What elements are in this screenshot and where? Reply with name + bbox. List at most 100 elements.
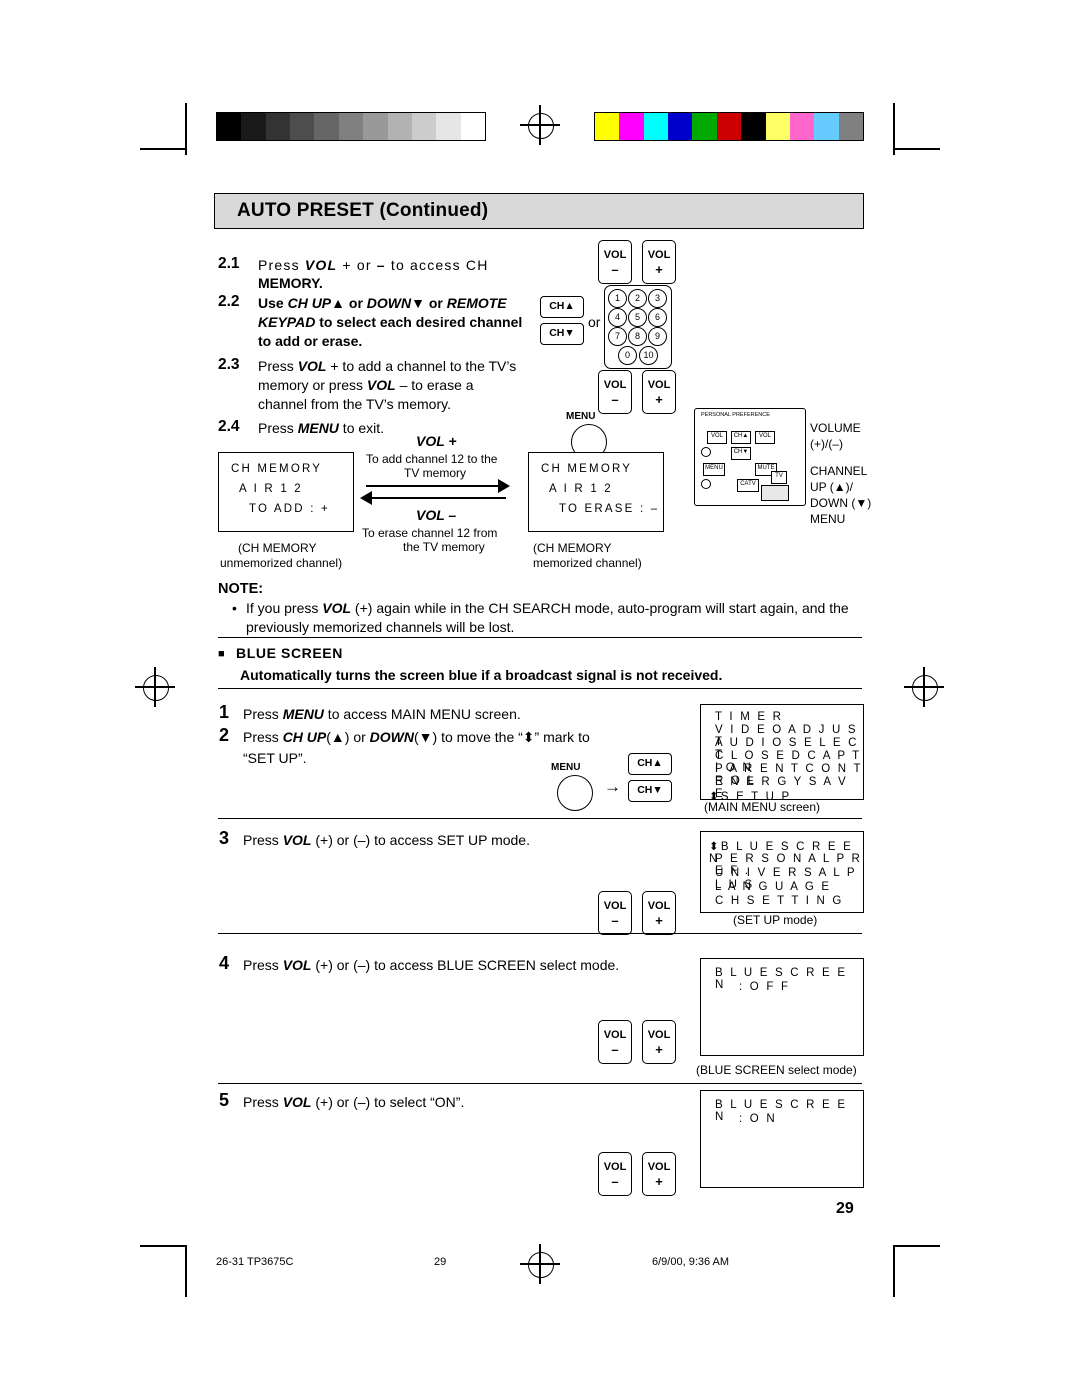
vol-minus-button-3[interactable]: VOL – bbox=[598, 891, 632, 935]
note-line1: If you press VOL (+) again while in the … bbox=[246, 599, 871, 618]
s21-a: Press bbox=[258, 257, 305, 273]
keypad-key-2[interactable]: 2 bbox=[628, 289, 647, 308]
panel-catv[interactable]: CATV bbox=[737, 479, 759, 492]
bs-step-2-line2: “SET UP”. bbox=[243, 750, 307, 766]
panel-vol-minus[interactable]: VOL bbox=[707, 431, 727, 444]
vol-label: VOL bbox=[647, 249, 671, 261]
step-2-2-line2: KEYPAD to select each desired channel bbox=[258, 313, 548, 332]
keypad-key-6[interactable]: 6 bbox=[648, 308, 667, 327]
note-t2: (+) again while in the CH SEARCH mode, a… bbox=[351, 600, 849, 616]
panel-vol-plus[interactable]: VOL bbox=[755, 431, 775, 444]
arrow-left-head bbox=[360, 491, 372, 505]
s23-vol: VOL bbox=[297, 358, 327, 374]
divider-below-blue-screen-heading bbox=[218, 688, 862, 689]
s22-keypad: KEYPAD bbox=[258, 314, 316, 330]
keypad-key-8[interactable]: 8 bbox=[628, 327, 647, 346]
vol-plus-button-4[interactable]: VOL + bbox=[642, 1020, 676, 1064]
colorbar-swatch bbox=[338, 113, 364, 140]
registration-mark-top bbox=[528, 113, 554, 139]
s22-l2b: to select each desired channel bbox=[315, 314, 523, 330]
blue-screen-marker: ■ bbox=[218, 648, 225, 660]
bs1-b: to access MAIN MENU screen. bbox=[323, 706, 521, 722]
keypad-key-4[interactable]: 4 bbox=[608, 308, 627, 327]
keypad-key-5[interactable]: 5 bbox=[628, 308, 647, 327]
panel-legend-channel: CHANNEL bbox=[810, 464, 868, 478]
colorbar-swatch bbox=[814, 113, 839, 140]
vol-minus-demo-title: VOL – bbox=[416, 507, 457, 523]
vol-minus-button-1[interactable]: VOL – bbox=[598, 240, 632, 284]
vol-minus-button-2[interactable]: VOL – bbox=[598, 370, 632, 414]
panel-legend-volume: VOLUME bbox=[810, 421, 861, 435]
arrow-right-head bbox=[498, 479, 510, 493]
vol-minus-demo-desc2: the TV memory bbox=[403, 540, 485, 554]
ch-down-button-2[interactable]: CH▼ bbox=[628, 780, 672, 802]
colorbar-swatch bbox=[363, 113, 388, 140]
bs-step-5-text: Press VOL (+) or (–) to select “ON”. bbox=[243, 1093, 464, 1112]
vol-plus-glyph: + bbox=[655, 392, 663, 407]
vol-plus-button-3[interactable]: VOL + bbox=[642, 891, 676, 935]
ch-down-button-1[interactable]: CH▼ bbox=[540, 323, 584, 345]
vol-plus-glyph: + bbox=[655, 913, 663, 928]
ch-memory-memorized-screen: CH MEMORY A I R 1 2 TO ERASE : – bbox=[528, 452, 664, 532]
vol-label: VOL bbox=[647, 1161, 671, 1173]
panel-ch-up[interactable]: CH▲ bbox=[731, 431, 751, 444]
vol-label: VOL bbox=[603, 1029, 627, 1041]
bs2-b: to move the “ bbox=[437, 729, 523, 745]
panel-legend-volume-pm: (+)/(–) bbox=[810, 437, 843, 451]
note-line2: previously memorized channels will be lo… bbox=[246, 619, 515, 635]
keypad-key-10[interactable]: 10 bbox=[639, 346, 658, 365]
colorbar-swatch bbox=[460, 113, 485, 140]
bs2-or: or bbox=[349, 729, 370, 745]
bs2-chup: CH UP bbox=[282, 729, 327, 745]
s22-a: Use bbox=[258, 295, 288, 311]
vol-minus-button-4[interactable]: VOL – bbox=[598, 1020, 632, 1064]
remote-keypad[interactable]: 1 2 3 4 5 6 7 8 9 0 10 bbox=[604, 285, 672, 369]
vol-plus-button-5[interactable]: VOL + bbox=[642, 1152, 676, 1196]
s22-down: DOWN bbox=[366, 295, 412, 311]
step-2-1-line1: Press VOL + or – to access CH bbox=[258, 256, 578, 275]
keypad-key-9[interactable]: 9 bbox=[648, 327, 667, 346]
panel-legend-menu: MENU bbox=[810, 512, 846, 526]
main-menu-line: T I M E R bbox=[715, 711, 784, 723]
bs5-a: Press bbox=[243, 1094, 283, 1110]
arrow-right-line bbox=[366, 485, 500, 487]
vol-plus-demo-desc1: To add channel 12 to the bbox=[366, 452, 498, 466]
panel-menu[interactable]: MENU bbox=[703, 463, 725, 476]
arrow-left-line bbox=[372, 497, 506, 499]
bs3-b: (+) or (–) to access SET UP mode. bbox=[311, 832, 530, 848]
s22-chup: CH UP bbox=[287, 295, 332, 311]
vol-plus-button-1[interactable]: VOL + bbox=[642, 240, 676, 284]
registration-cross-left-v bbox=[154, 667, 156, 707]
bs5-vol: VOL bbox=[282, 1094, 312, 1110]
colorbar-swatch bbox=[387, 113, 412, 140]
bs2-c: ” mark to bbox=[534, 729, 590, 745]
note-vol: VOL bbox=[322, 600, 352, 616]
left-screen-caption-1: (CH MEMORY bbox=[238, 541, 317, 555]
keypad-key-1[interactable]: 1 bbox=[608, 289, 627, 308]
menu-button-2[interactable] bbox=[557, 775, 593, 811]
panel-tv[interactable]: TV bbox=[771, 471, 787, 484]
keypad-key-3[interactable]: 3 bbox=[648, 289, 667, 308]
vol-minus-button-5[interactable]: VOL – bbox=[598, 1152, 632, 1196]
vol-plus-demo-desc2: TV memory bbox=[404, 466, 467, 480]
divider-above-blue-screen bbox=[218, 637, 862, 638]
keypad-key-7[interactable]: 7 bbox=[608, 327, 627, 346]
colorbar-swatch bbox=[643, 113, 669, 140]
vol-label: VOL bbox=[647, 900, 671, 912]
panel-ch-down[interactable]: CH▼ bbox=[731, 447, 751, 460]
step-2-2-line1: Use CH UP▲ or DOWN▼ or REMOTE bbox=[258, 294, 548, 313]
ch-up-button-2[interactable]: CH▲ bbox=[628, 753, 672, 775]
s23-vol2: VOL bbox=[366, 377, 396, 393]
blue-screen-heading: BLUE SCREEN bbox=[236, 645, 343, 661]
bs-step-2-number: 2 bbox=[219, 725, 230, 745]
colorbar-swatch bbox=[436, 113, 461, 140]
s21-vol: VOL bbox=[304, 257, 338, 273]
colorbar-swatch bbox=[595, 113, 620, 140]
ch-up-button-1[interactable]: CH▲ bbox=[540, 296, 584, 318]
set-up-mode-screen: ⬍B L U E S C R E E N P E R S O N A L P R… bbox=[700, 831, 864, 913]
bs-step-4-number: 4 bbox=[219, 953, 230, 973]
vol-plus-button-2[interactable]: VOL + bbox=[642, 370, 676, 414]
step-2-2-or: or bbox=[588, 314, 601, 330]
step-2-4-line: Press MENU to exit. bbox=[258, 419, 384, 438]
keypad-key-0[interactable]: 0 bbox=[618, 346, 637, 365]
